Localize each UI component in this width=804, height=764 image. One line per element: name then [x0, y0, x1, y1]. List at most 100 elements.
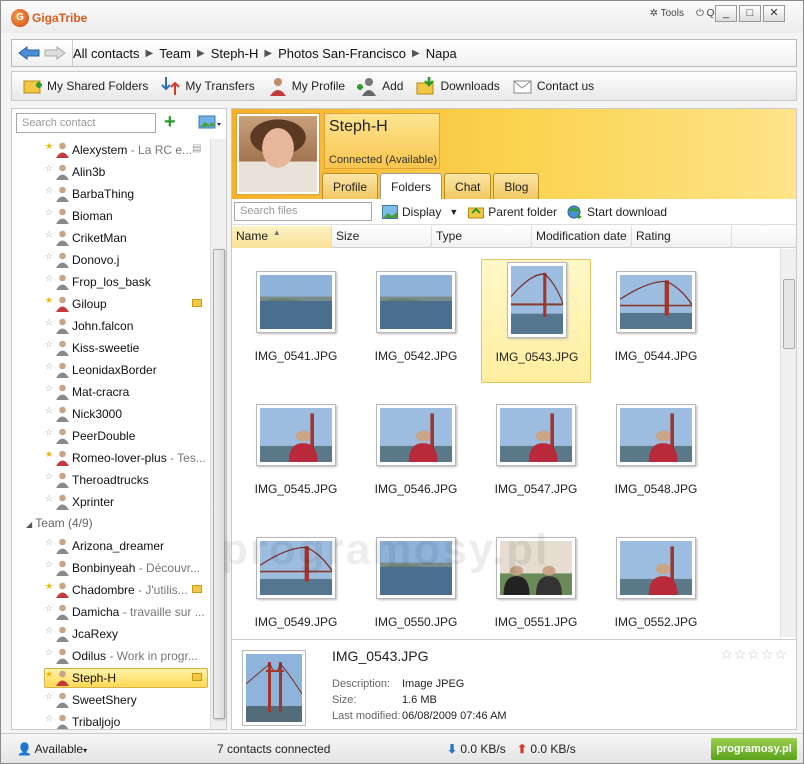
- column-header-size[interactable]: Size: [332, 226, 432, 248]
- contact-item[interactable]: ☆ SweetShery: [12, 689, 210, 711]
- contact-item[interactable]: ☆ Kiss-sweetie: [12, 337, 210, 359]
- add-button[interactable]: Add: [351, 73, 409, 99]
- contact-name-text: Alexystem: [72, 143, 128, 157]
- scrollbar-thumb[interactable]: [213, 249, 225, 719]
- my-transfers-button[interactable]: My Transfers: [154, 73, 260, 99]
- contact-name: PeerDouble: [72, 429, 135, 443]
- forward-arrow-icon[interactable]: [44, 46, 66, 60]
- start-download-button[interactable]: Start download: [567, 205, 667, 219]
- contact-item[interactable]: ☆ Theroadtrucks: [12, 469, 210, 491]
- contact-item[interactable]: ☆ Odilus - Work in progr...: [12, 645, 210, 667]
- file-item[interactable]: IMG_0546.JPG: [361, 392, 471, 516]
- contact-item[interactable]: ☆ Mat-cracra: [12, 381, 210, 403]
- breadcrumb-item[interactable]: Photos San-Francisco: [278, 46, 406, 61]
- contact-item[interactable]: ☆ Alin3b: [12, 161, 210, 183]
- contact-item[interactable]: ★ Alexystem - La RC e... ▤: [12, 139, 210, 161]
- contact-item[interactable]: ★ Chadombre - J'utilis...: [12, 579, 210, 601]
- star-outline-icon[interactable]: ☆: [720, 646, 734, 662]
- chevron-down-icon: ▼: [449, 206, 459, 217]
- contact-item[interactable]: ☆ Arizona_dreamer: [12, 535, 210, 557]
- minimize-button[interactable]: _: [715, 5, 737, 22]
- contact-item[interactable]: ★ Giloup: [12, 293, 210, 315]
- contact-item[interactable]: ☆ Donovo.j: [12, 249, 210, 271]
- file-item[interactable]: IMG_0548.JPG: [601, 392, 711, 516]
- column-header-modification-date[interactable]: Modification date: [532, 226, 632, 248]
- star-outline-icon: ☆: [45, 251, 54, 261]
- display-icon: [382, 204, 398, 219]
- view-options-icon[interactable]: [198, 114, 222, 132]
- tab-chat[interactable]: Chat: [444, 173, 492, 199]
- description-label: Description:: [332, 678, 391, 690]
- contact-us-button[interactable]: Contact us: [506, 73, 600, 99]
- rating-stars[interactable]: ☆☆☆☆☆: [720, 646, 788, 663]
- file-details-panel: IMG_0543.JPG Description: Image JPEG Siz…: [232, 639, 796, 729]
- contact-item[interactable]: ☆ John.falcon: [12, 315, 210, 337]
- contact-item[interactable]: ☆ CriketMan: [12, 227, 210, 249]
- breadcrumb-item[interactable]: Steph-H: [211, 46, 259, 61]
- file-item[interactable]: IMG_0545.JPG: [241, 392, 351, 516]
- contact-item[interactable]: ☆ Bonbinyeah - Découvr...: [12, 557, 210, 579]
- add-contact-plus-icon[interactable]: +: [164, 112, 186, 133]
- close-button[interactable]: ✕: [763, 5, 785, 22]
- contacts-scrollbar[interactable]: [210, 139, 226, 729]
- breadcrumb-item[interactable]: All contacts: [73, 46, 139, 61]
- tab-folders[interactable]: Folders: [380, 173, 443, 200]
- tools-menu[interactable]: ✲ Tools: [650, 8, 684, 19]
- contact-name: Nick3000: [72, 407, 122, 421]
- contact-name-text: Tribaljojo: [72, 715, 121, 729]
- contact-item[interactable]: ☆ Damicha - travaille sur ...: [12, 601, 210, 623]
- contact-item[interactable]: ☆ Tribaljojo: [12, 711, 210, 729]
- star-outline-icon[interactable]: ☆: [761, 646, 775, 662]
- contact-status-text: - Tes...: [166, 451, 206, 465]
- star-outline-icon[interactable]: ☆: [774, 646, 788, 662]
- contact-item[interactable]: ☆ Frop_los_bask: [12, 271, 210, 293]
- file-item[interactable]: IMG_0544.JPG: [601, 259, 711, 383]
- files-scrollbar[interactable]: [780, 249, 796, 637]
- contact-avatar-icon: [56, 340, 69, 356]
- maximize-button[interactable]: □: [739, 5, 761, 22]
- column-header-name[interactable]: Name ▴: [232, 226, 332, 248]
- breadcrumb-item[interactable]: Team: [159, 46, 191, 61]
- breadcrumb-item[interactable]: Napa: [426, 46, 457, 61]
- contact-item[interactable]: ☆ Bioman: [12, 205, 210, 227]
- contact-item[interactable]: ★ Steph-H: [12, 667, 210, 689]
- contact-item[interactable]: ★ Romeo-lover-plus - Tes...: [12, 447, 210, 469]
- contact-name: Tribaljojo: [72, 715, 120, 729]
- column-header-type[interactable]: Type: [432, 226, 532, 248]
- display-dropdown[interactable]: Display ▼: [382, 204, 459, 219]
- file-item[interactable]: IMG_0543.JPG: [481, 259, 591, 383]
- file-item[interactable]: IMG_0547.JPG: [481, 392, 591, 516]
- parent-folder-button[interactable]: Parent folder: [468, 205, 557, 219]
- contact-item[interactable]: ☆ PeerDouble: [12, 425, 210, 447]
- file-item[interactable]: IMG_0542.JPG: [361, 259, 471, 383]
- group-header-team[interactable]: ◢ Team (4/9): [26, 516, 93, 530]
- star-outline-icon[interactable]: ☆: [747, 646, 761, 662]
- tab-blog[interactable]: Blog: [493, 173, 540, 199]
- status-avatar-icon: 👤: [17, 742, 32, 756]
- file-item[interactable]: IMG_0552.JPG: [601, 525, 711, 637]
- tab-profile[interactable]: Profile: [322, 173, 379, 199]
- contact-avatar-icon: [56, 494, 69, 510]
- star-outline-icon[interactable]: ☆: [734, 646, 748, 662]
- contact-name: CriketMan: [72, 231, 127, 245]
- contact-item[interactable]: ☆ BarbaThing: [12, 183, 210, 205]
- availability-dropdown[interactable]: 👤 Available▾: [17, 742, 87, 756]
- search-contact-input[interactable]: Search contact: [16, 113, 156, 133]
- my-profile-button[interactable]: My Profile: [261, 73, 351, 99]
- contact-avatar-icon: [56, 604, 69, 620]
- search-files-input[interactable]: Search files: [234, 202, 372, 221]
- contact-status-text: - La RC e...: [127, 143, 193, 157]
- contact-avatar-icon: [56, 384, 69, 400]
- my-shared-folders-button[interactable]: My Shared Folders: [16, 73, 154, 99]
- downloads-button[interactable]: Downloads: [409, 73, 505, 99]
- contact-item[interactable]: ☆ JcaRexy: [12, 623, 210, 645]
- contact-item[interactable]: ☆ LeonidaxBorder: [12, 359, 210, 381]
- file-item[interactable]: IMG_0541.JPG: [241, 259, 351, 383]
- contact-item[interactable]: ☆ Nick3000: [12, 403, 210, 425]
- column-header-rating[interactable]: Rating: [632, 226, 732, 248]
- back-arrow-icon[interactable]: [18, 46, 40, 60]
- contact-item[interactable]: ☆ Xprinter: [12, 491, 210, 513]
- scrollbar-thumb[interactable]: [783, 279, 795, 349]
- contact-avatar-icon: [56, 142, 69, 158]
- star-outline-icon: ☆: [45, 713, 54, 723]
